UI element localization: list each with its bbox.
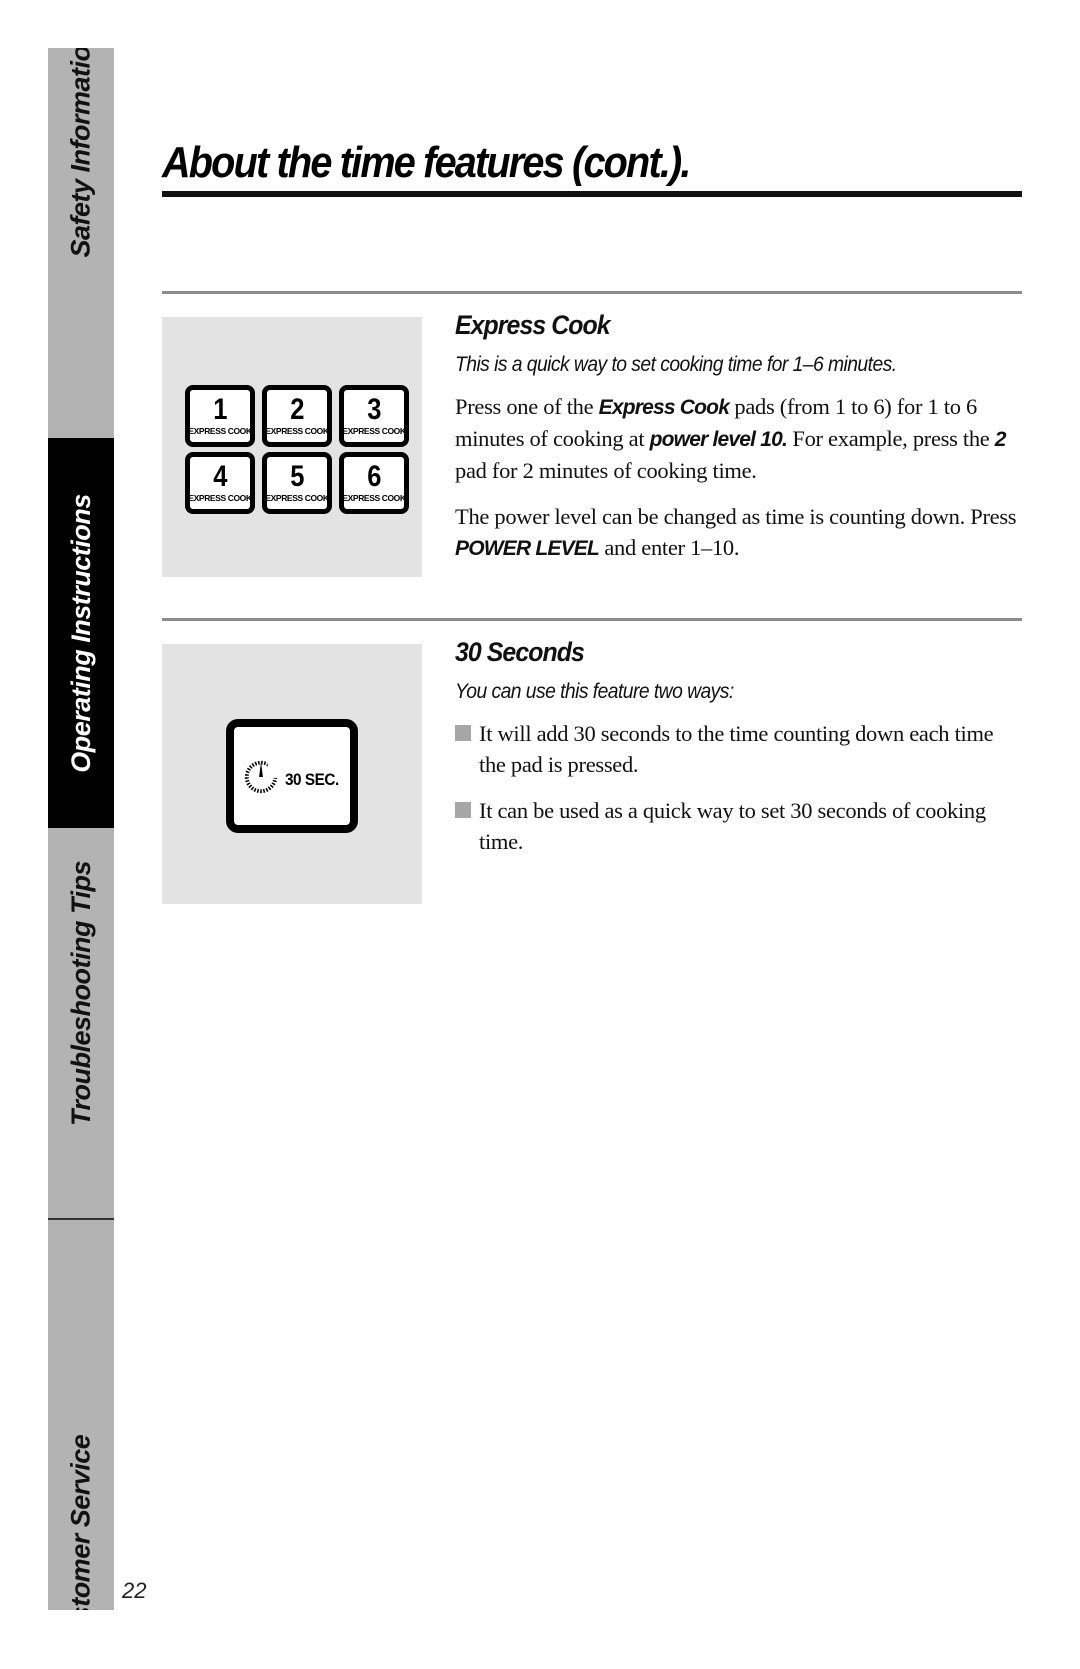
list-item: It can be used as a quick way to set 30 … [455,795,1020,857]
page-number: 22 [122,1578,147,1603]
section-heading: Express Cook [455,310,611,340]
list-item-text: It can be used as a quick way to set 30 … [479,798,986,854]
pad-caption: EXPRESS COOK [188,426,252,436]
pad-caption: EXPRESS COOK [265,493,329,503]
bullet-square-icon [455,725,471,741]
pad-caption: EXPRESS COOK [342,426,406,436]
pad-caption: EXPRESS COOK [265,426,329,436]
section-subheading: You can use this feature two ways: [455,680,734,703]
thirty-seconds-pad[interactable]: 30 SEC. [226,719,358,833]
bullet-square-icon [455,802,471,818]
section-subheading: This is a quick way to set cooking time … [455,353,897,376]
express-cook-illustration: 1 EXPRESS COOK 2 EXPRESS COOK 3 EXPRESS … [162,317,422,577]
pad-number: 4 [212,460,228,493]
tab-label: Safety Information [65,48,96,258]
text: For example, press the [787,426,995,451]
express-cook-instructions: Press one of the Express Cook pads (from… [455,391,1020,486]
tab-label: Operating Instructions [65,493,96,773]
page-title: About the time features (cont.). [162,138,691,187]
section-sidebar: Safety Information Operating Instruction… [48,48,114,1610]
tab-troubleshooting-tips[interactable]: Troubleshooting Tips [48,828,114,1220]
express-cook-pad-3[interactable]: 3 EXPRESS COOK [339,385,409,447]
pad-label: 30 SEC. [285,770,339,789]
text: pad for 2 minutes of cooking time. [455,458,757,483]
title-underline [162,191,1022,197]
section-divider [162,618,1022,621]
express-cook-pad-1[interactable]: 1 EXPRESS COOK [185,385,255,447]
text: and enter 1–10. [599,535,740,560]
thirty-seconds-section: 30 Seconds You can use this feature two … [455,637,1020,872]
list-item: It will add 30 seconds to the time count… [455,718,1020,780]
pad-number: 1 [212,393,228,426]
section-heading: 30 Seconds [455,637,585,667]
tab-label: Troubleshooting Tips [65,860,96,1126]
tab-safety-information[interactable]: Safety Information [48,48,114,438]
emphasis-power-level-10: power level 10. [649,428,788,451]
express-cook-section: Express Cook This is a quick way to set … [455,310,1020,579]
express-cook-pad-grid: 1 EXPRESS COOK 2 EXPRESS COOK 3 EXPRESS … [185,385,411,514]
pad-caption: EXPRESS COOK [188,493,252,503]
power-level-instructions: The power level can be changed as time i… [455,501,1020,564]
emphasis-power-level: POWER LEVEL [455,537,600,560]
section-divider [162,291,1022,294]
pad-number: 5 [289,460,305,493]
emphasis-express-cook: Express Cook [598,396,730,419]
express-cook-pad-6[interactable]: 6 EXPRESS COOK [339,452,409,514]
pad-number: 6 [366,460,382,493]
thirty-seconds-illustration: 30 SEC. [162,644,422,904]
text: The power level can be changed as time i… [455,504,1017,529]
pad-number: 2 [289,393,305,426]
tab-operating-instructions[interactable]: Operating Instructions [48,438,114,828]
express-cook-pad-5[interactable]: 5 EXPRESS COOK [262,452,332,514]
list-item-text: It will add 30 seconds to the time count… [479,721,994,777]
express-cook-pad-2[interactable]: 2 EXPRESS COOK [262,385,332,447]
emphasis-pad-2: 2 [994,428,1007,451]
timer-dial-icon [244,758,281,794]
pad-number: 3 [366,393,382,426]
pad-caption: EXPRESS COOK [342,493,406,503]
tab-customer-service[interactable]: Customer Service [48,1220,114,1610]
text: Press one of the [455,394,599,419]
tab-label: Customer Service [65,1434,96,1610]
express-cook-pad-4[interactable]: 4 EXPRESS COOK [185,452,255,514]
